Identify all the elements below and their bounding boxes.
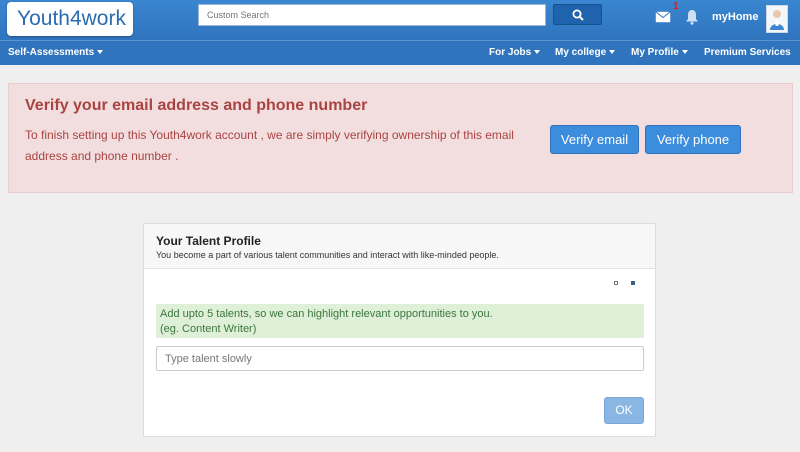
mail-icon[interactable]	[655, 11, 671, 23]
bell-icon[interactable]	[685, 9, 699, 25]
main-nav: Self-Assessments For Jobs My college My …	[0, 40, 800, 65]
search-icon	[572, 9, 584, 21]
caret-down-icon	[681, 50, 688, 55]
step-indicator-filled	[631, 281, 635, 285]
nav-for-jobs[interactable]: For Jobs	[489, 41, 541, 65]
nav-self-assessments[interactable]: Self-Assessments	[8, 41, 104, 65]
panel-subtitle: You become a part of various talent comm…	[156, 250, 499, 260]
caret-down-icon	[609, 50, 616, 55]
alert-title: Verify your email address and phone numb…	[25, 97, 368, 114]
ok-button[interactable]: OK	[604, 397, 644, 424]
caret-down-icon	[97, 50, 104, 55]
talent-hint: Add upto 5 talents, so we can highlight …	[156, 304, 644, 338]
nav-label: My college	[555, 47, 607, 58]
verify-phone-button[interactable]: Verify phone	[645, 125, 741, 154]
nav-label: My Profile	[631, 47, 679, 58]
nav-label: For Jobs	[489, 47, 532, 58]
search-button[interactable]	[553, 4, 602, 25]
myhome-link[interactable]: myHome	[712, 11, 758, 23]
nav-label: Premium Services	[704, 47, 791, 58]
verify-alert: Verify your email address and phone numb…	[8, 83, 793, 193]
notification-count-badge: 1	[673, 1, 679, 12]
nav-label: Self-Assessments	[8, 47, 95, 58]
avatar[interactable]	[766, 5, 788, 33]
step-indicator-open	[614, 281, 618, 285]
caret-down-icon	[534, 50, 541, 55]
nav-my-college[interactable]: My college	[555, 41, 616, 65]
site-logo[interactable]: Youth4work	[7, 2, 133, 36]
hint-line-2: (eg. Content Writer)	[160, 323, 257, 335]
panel-header: Your Talent Profile You become a part of…	[144, 224, 655, 269]
alert-message: To finish setting up this Youth4work acc…	[25, 128, 514, 163]
search-box[interactable]	[198, 4, 546, 26]
search-input[interactable]	[199, 5, 545, 25]
talent-profile-panel: Your Talent Profile You become a part of…	[143, 223, 656, 437]
hint-line-1: Add upto 5 talents, so we can highlight …	[160, 308, 493, 320]
nav-my-profile[interactable]: My Profile	[631, 41, 688, 65]
top-bar: Youth4work 1 myHome	[0, 0, 800, 40]
user-icon	[770, 10, 784, 30]
nav-premium-services[interactable]: Premium Services	[704, 41, 791, 65]
talent-input[interactable]	[156, 346, 644, 371]
verify-email-button[interactable]: Verify email	[550, 125, 639, 154]
panel-title: Your Talent Profile	[156, 234, 261, 248]
